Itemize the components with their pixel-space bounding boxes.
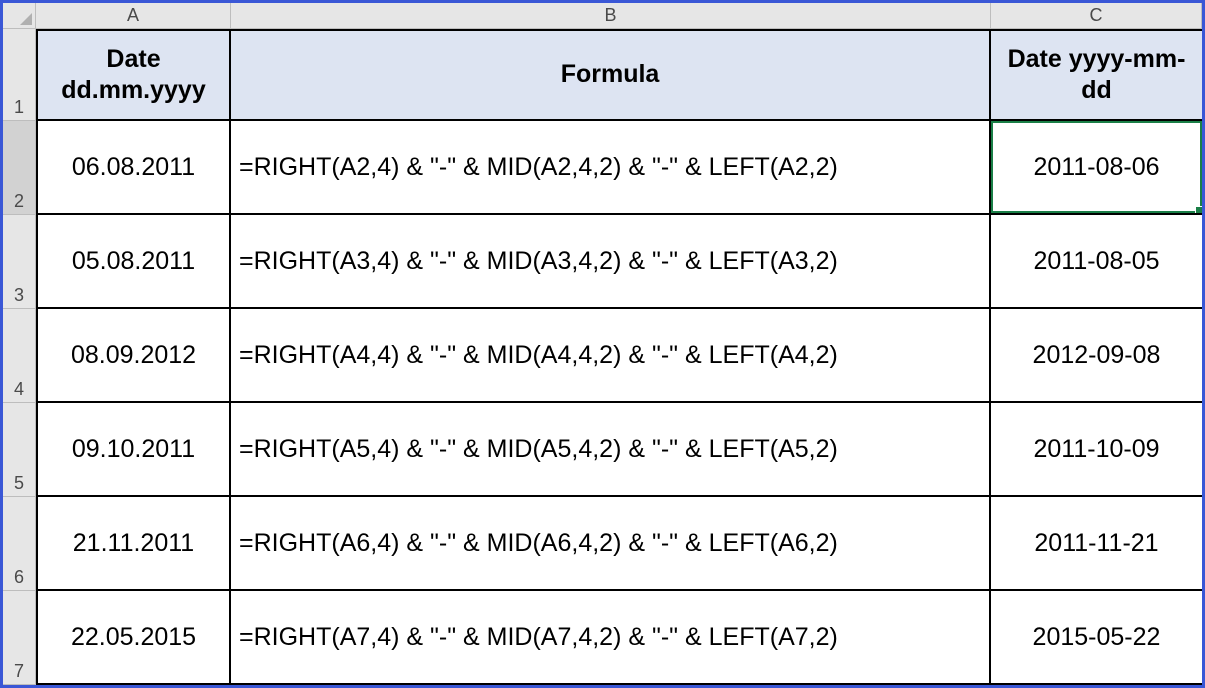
header-row: Date dd.mm.yyyy Formula Date yyyy-mm-dd	[36, 29, 1202, 121]
col-header-B[interactable]: B	[231, 3, 991, 28]
row-header-3[interactable]: 3	[3, 215, 35, 309]
data-row: 21.11.2011 =RIGHT(A6,4) & "-" & MID(A6,4…	[36, 497, 1202, 591]
cell-C3[interactable]: 2011-08-05	[991, 215, 1202, 307]
cell-B4[interactable]: =RIGHT(A4,4) & "-" & MID(A4,4,2) & "-" &…	[231, 309, 991, 401]
row-header-2[interactable]: 2	[3, 121, 35, 215]
cell-A4[interactable]: 08.09.2012	[36, 309, 231, 401]
cell-B5[interactable]: =RIGHT(A5,4) & "-" & MID(A5,4,2) & "-" &…	[231, 403, 991, 495]
cell-B3[interactable]: =RIGHT(A3,4) & "-" & MID(A3,4,2) & "-" &…	[231, 215, 991, 307]
row-header-1[interactable]: 1	[3, 29, 35, 121]
cell-C5[interactable]: 2011-10-09	[991, 403, 1202, 495]
spreadsheet: A B C 1 2 3 4 5 6 7 Date dd.mm.yyyy Form…	[0, 0, 1205, 688]
data-row: 05.08.2011 =RIGHT(A3,4) & "-" & MID(A3,4…	[36, 215, 1202, 309]
header-cell-date-out[interactable]: Date yyyy-mm-dd	[991, 31, 1202, 119]
cell-B2[interactable]: =RIGHT(A2,4) & "-" & MID(A2,4,2) & "-" &…	[231, 121, 991, 213]
col-header-C[interactable]: C	[991, 3, 1202, 28]
cell-C2[interactable]: 2011-08-06	[991, 121, 1202, 213]
cell-B6[interactable]: =RIGHT(A6,4) & "-" & MID(A6,4,2) & "-" &…	[231, 497, 991, 589]
row-header-7[interactable]: 7	[3, 591, 35, 685]
cell-A7[interactable]: 22.05.2015	[36, 591, 231, 683]
cell-B7[interactable]: =RIGHT(A7,4) & "-" & MID(A7,4,2) & "-" &…	[231, 591, 991, 683]
cell-A6[interactable]: 21.11.2011	[36, 497, 231, 589]
header-cell-date-in[interactable]: Date dd.mm.yyyy	[36, 31, 231, 119]
cell-A5[interactable]: 09.10.2011	[36, 403, 231, 495]
cell-C4[interactable]: 2012-09-08	[991, 309, 1202, 401]
row-headers: 1 2 3 4 5 6 7	[3, 29, 36, 685]
data-row: 08.09.2012 =RIGHT(A4,4) & "-" & MID(A4,4…	[36, 309, 1202, 403]
data-row: 09.10.2011 =RIGHT(A5,4) & "-" & MID(A5,4…	[36, 403, 1202, 497]
row-header-5[interactable]: 5	[3, 403, 35, 497]
cell-A3[interactable]: 05.08.2011	[36, 215, 231, 307]
row-header-6[interactable]: 6	[3, 497, 35, 591]
data-row: 06.08.2011 =RIGHT(A2,4) & "-" & MID(A2,4…	[36, 121, 1202, 215]
cell-grid: Date dd.mm.yyyy Formula Date yyyy-mm-dd …	[36, 29, 1202, 685]
cell-C6[interactable]: 2011-11-21	[991, 497, 1202, 589]
header-cell-formula[interactable]: Formula	[231, 31, 991, 119]
select-all-corner[interactable]	[3, 3, 36, 29]
column-headers: A B C	[36, 3, 1202, 29]
cell-A2[interactable]: 06.08.2011	[36, 121, 231, 213]
cell-C7[interactable]: 2015-05-22	[991, 591, 1202, 683]
row-header-4[interactable]: 4	[3, 309, 35, 403]
data-row: 22.05.2015 =RIGHT(A7,4) & "-" & MID(A7,4…	[36, 591, 1202, 685]
col-header-A[interactable]: A	[36, 3, 231, 28]
